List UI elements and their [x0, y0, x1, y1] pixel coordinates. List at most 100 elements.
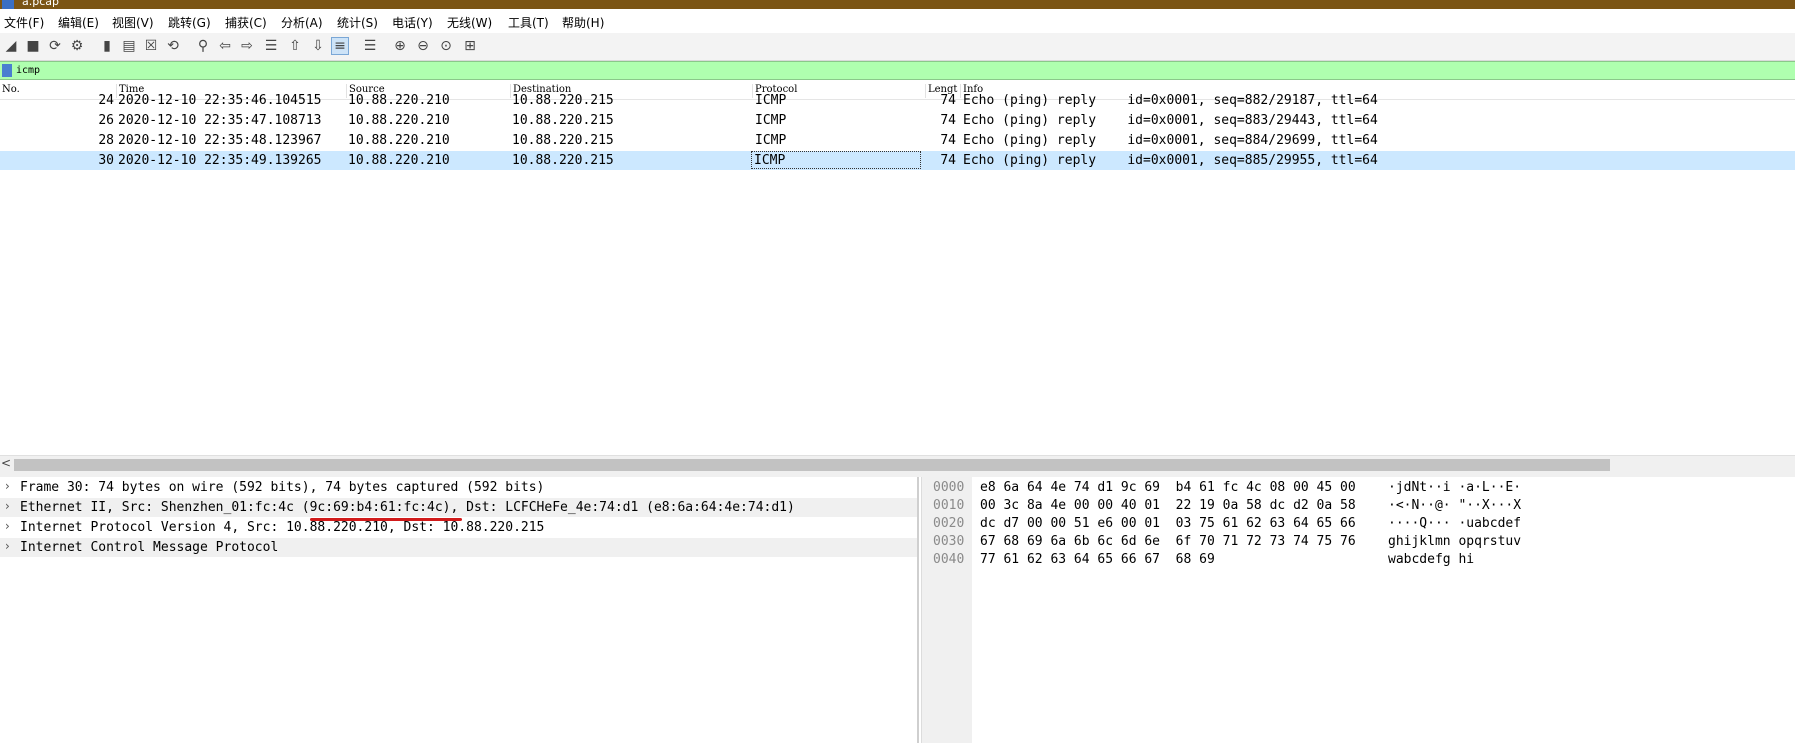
menu-go[interactable]: 跳转(G): [168, 14, 211, 31]
zoom-in-icon[interactable]: ⊕: [391, 37, 409, 55]
app-icon: [2, 0, 14, 9]
menu-help[interactable]: 帮助(H): [562, 14, 604, 31]
byte-hex[interactable]: 67 68 69 6a 6b 6c 6d 6e 6f 70 71 72 73 7…: [980, 534, 1356, 549]
packet-no: 24: [98, 93, 114, 108]
packet-row[interactable]: 26 2020-12-10 22:35:47.108713 10.88.220.…: [0, 111, 1795, 130]
menu-view[interactable]: 视图(V): [112, 14, 154, 31]
packet-row[interactable]: 24 2020-12-10 22:35:46.104515 10.88.220.…: [0, 91, 1795, 110]
byte-hex[interactable]: 77 61 62 63 64 65 66 67 68 69: [980, 552, 1215, 567]
packet-length: 74: [940, 93, 956, 108]
packet-info: Echo (ping) reply id=0x0001, seq=884/296…: [963, 133, 1378, 148]
packet-protocol-focused[interactable]: ICMP: [751, 151, 921, 169]
packet-row[interactable]: 28 2020-12-10 22:35:48.123967 10.88.220.…: [0, 131, 1795, 150]
byte-ascii[interactable]: ····Q··· ·uabcdef: [1388, 516, 1521, 531]
byte-hex[interactable]: dc d7 00 00 51 e6 00 01 03 75 61 62 63 6…: [980, 516, 1356, 531]
stop-capture-icon[interactable]: ■: [24, 37, 42, 55]
packet-time: 2020-12-10 22:35:49.139265: [118, 153, 322, 168]
packet-destination: 10.88.220.215: [512, 133, 614, 148]
byte-ascii[interactable]: ·jdNt··i ·a·L··E·: [1388, 480, 1521, 495]
packet-bytes-pane: 0000 e8 6a 64 4e 74 d1 9c 69 b4 61 fc 4c…: [921, 477, 1795, 743]
packet-row-selected[interactable]: 30 2020-12-10 22:35:49.139265 10.88.220.…: [0, 151, 1795, 170]
scrollbar-thumb[interactable]: [14, 459, 1610, 471]
packet-length: 74: [940, 153, 956, 168]
display-filter-input[interactable]: [16, 63, 1786, 78]
save-file-icon[interactable]: ▤: [120, 37, 138, 55]
detail-text: Internet Protocol Version 4, Src: 10.88.…: [20, 520, 545, 535]
window-title: a.pcap: [22, 0, 59, 8]
packet-time: 2020-12-10 22:35:46.104515: [118, 93, 322, 108]
go-last-icon[interactable]: ⇩: [309, 37, 327, 55]
title-bar: a.pcap: [0, 0, 1795, 9]
packet-source: 10.88.220.210: [348, 113, 450, 128]
start-capture-icon[interactable]: ◢: [2, 37, 20, 55]
byte-ascii[interactable]: wabcdefg hi: [1388, 552, 1474, 567]
byte-ascii[interactable]: ·<·N··@· "··X···X: [1388, 498, 1521, 513]
detail-row-ethernet[interactable]: › Ethernet II, Src: Shenzhen_01:fc:4c (9…: [0, 498, 917, 517]
go-forward-icon[interactable]: ⇨: [238, 37, 256, 55]
go-back-icon[interactable]: ⇦: [216, 37, 234, 55]
byte-hex[interactable]: e8 6a 64 4e 74 d1 9c 69 b4 61 fc 4c 08 0…: [980, 480, 1356, 495]
menu-wireless[interactable]: 无线(W): [447, 14, 492, 31]
reload-file-icon[interactable]: ⟲: [164, 37, 182, 55]
packet-protocol: ICMP: [755, 133, 787, 148]
menu-telephony[interactable]: 电话(Y): [392, 14, 433, 31]
chevron-right-icon[interactable]: ›: [5, 499, 10, 513]
packet-list: No. Time Source Destination Protocol Len…: [0, 81, 1795, 455]
packet-length: 74: [940, 133, 956, 148]
menu-analyze[interactable]: 分析(A): [281, 14, 323, 31]
zoom-normal-icon[interactable]: ⊙: [437, 37, 455, 55]
packet-source: 10.88.220.210: [348, 93, 450, 108]
resize-columns-icon[interactable]: ⊞: [461, 37, 479, 55]
byte-ascii[interactable]: ghijklmn opqrstuv: [1388, 534, 1521, 549]
chevron-right-icon[interactable]: ›: [5, 479, 10, 493]
byte-offset: 0030: [933, 534, 965, 549]
packet-destination: 10.88.220.215: [512, 153, 614, 168]
packet-info: Echo (ping) reply id=0x0001, seq=882/291…: [963, 93, 1378, 108]
open-file-icon[interactable]: ▮: [98, 37, 116, 55]
auto-scroll-icon[interactable]: ≡: [331, 37, 349, 55]
detail-row-icmp[interactable]: › Internet Control Message Protocol: [0, 538, 917, 557]
packet-time: 2020-12-10 22:35:47.108713: [118, 113, 322, 128]
menu-capture[interactable]: 捕获(C): [225, 14, 267, 31]
scroll-left-icon[interactable]: <: [1, 456, 11, 470]
menu-statistics[interactable]: 统计(S): [337, 14, 378, 31]
chevron-right-icon[interactable]: ›: [5, 539, 10, 553]
packet-list-hscrollbar[interactable]: <: [0, 455, 1795, 473]
main-toolbar: ◢ ■ ⟳ ⚙ ▮ ▤ ☒ ⟲ ⚲ ⇦ ⇨ ☰ ⇧ ⇩ ≡ ☰ ⊕ ⊖ ⊙ ⊞: [0, 33, 1795, 61]
packet-protocol: ICMP: [755, 113, 787, 128]
go-first-icon[interactable]: ⇧: [286, 37, 304, 55]
chevron-right-icon[interactable]: ›: [5, 519, 10, 533]
byte-offset: 0000: [933, 480, 965, 495]
go-to-packet-icon[interactable]: ☰: [262, 37, 280, 55]
packet-length: 74: [940, 113, 956, 128]
zoom-out-icon[interactable]: ⊖: [414, 37, 432, 55]
restart-capture-icon[interactable]: ⟳: [46, 37, 64, 55]
close-file-icon[interactable]: ☒: [142, 37, 160, 55]
find-packet-icon[interactable]: ⚲: [194, 37, 212, 55]
bookmark-icon[interactable]: [2, 64, 12, 77]
detail-row-frame[interactable]: › Frame 30: 74 bytes on wire (592 bits),…: [0, 478, 917, 497]
bytes-row: 0000 e8 6a 64 4e 74 d1 9c 69 b4 61 fc 4c…: [922, 478, 1795, 496]
bytes-row: 0030 67 68 69 6a 6b 6c 6d 6e 6f 70 71 72…: [922, 532, 1795, 550]
capture-options-icon[interactable]: ⚙: [68, 37, 86, 55]
menu-bar: 文件(F) 编辑(E) 视图(V) 跳转(G) 捕获(C) 分析(A) 统计(S…: [0, 9, 1795, 33]
colorize-icon[interactable]: ☰: [361, 37, 379, 55]
packet-info: Echo (ping) reply id=0x0001, seq=883/294…: [963, 113, 1378, 128]
menu-tools[interactable]: 工具(T): [508, 14, 549, 31]
detail-text: Internet Control Message Protocol: [20, 540, 279, 555]
menu-file[interactable]: 文件(F): [4, 14, 44, 31]
byte-hex[interactable]: 00 3c 8a 4e 00 00 40 01 22 19 0a 58 dc d…: [980, 498, 1356, 513]
display-filter-bar: [0, 61, 1795, 80]
packet-destination: 10.88.220.215: [512, 93, 614, 108]
packet-protocol: ICMP: [755, 93, 787, 108]
menu-edit[interactable]: 编辑(E): [58, 14, 99, 31]
packet-details-pane: › Frame 30: 74 bytes on wire (592 bits),…: [0, 477, 919, 743]
packet-time: 2020-12-10 22:35:48.123967: [118, 133, 322, 148]
packet-destination: 10.88.220.215: [512, 113, 614, 128]
byte-offset: 0010: [933, 498, 965, 513]
packet-info: Echo (ping) reply id=0x0001, seq=885/299…: [963, 153, 1378, 168]
packet-source: 10.88.220.210: [348, 153, 450, 168]
bytes-row: 0040 77 61 62 63 64 65 66 67 68 69 wabcd…: [922, 550, 1795, 568]
packet-source: 10.88.220.210: [348, 133, 450, 148]
detail-text: Ethernet II, Src: Shenzhen_01:fc:4c (9c:…: [20, 500, 795, 515]
